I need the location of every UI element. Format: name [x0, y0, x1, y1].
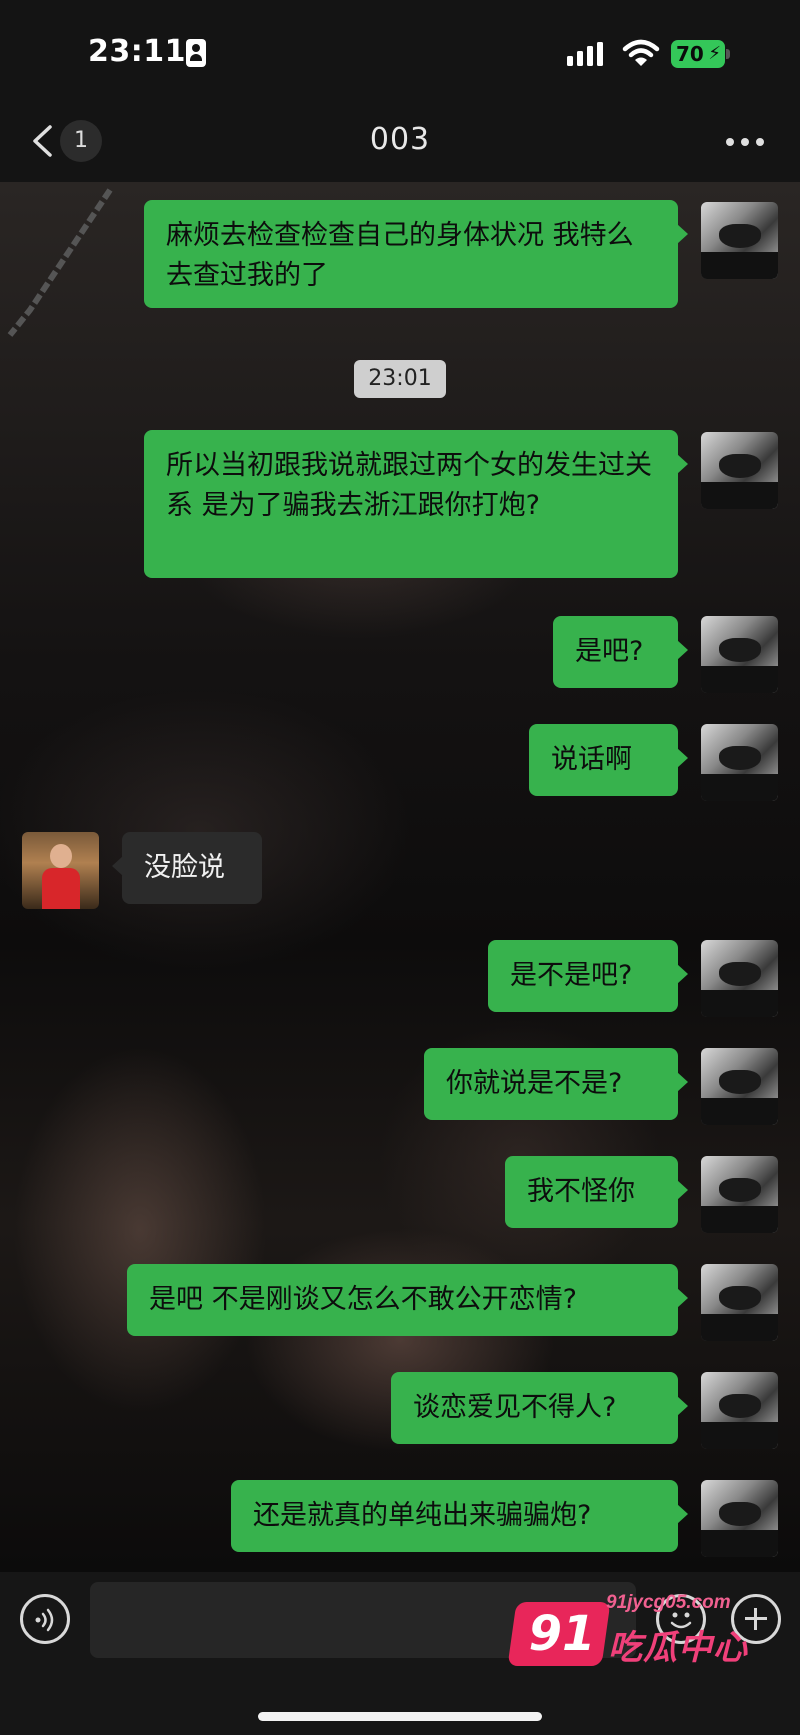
message-list[interactable]: 麻烦去检查检查自己的身体状况 我特么去查过我的了 23:01 所以当初跟我说就跟… [0, 182, 800, 1572]
message-bubble-outgoing[interactable]: 是不是吧? [488, 940, 688, 1012]
watermark-number: 91 [528, 1606, 596, 1662]
watermark-domain: 91jycg05.com [606, 1592, 731, 1613]
cellular-signal-icon [567, 42, 603, 66]
wifi-icon [622, 39, 660, 66]
my-avatar[interactable] [701, 1264, 778, 1341]
battery-indicator: 70 ⚡ [671, 40, 725, 68]
message-timestamp: 23:01 [354, 360, 446, 398]
my-avatar[interactable] [701, 202, 778, 279]
message-bubble-outgoing[interactable]: 麻烦去检查检查自己的身体状况 我特么去查过我的了 [144, 200, 688, 308]
watermark-name: 吃瓜中心 [608, 1628, 748, 1668]
message-bubble-incoming[interactable]: 没脸说 [112, 832, 262, 904]
message-bubble-outgoing[interactable]: 说话啊 [529, 724, 688, 796]
site-watermark-logo: 91 91jycg05.com 吃瓜中心 [507, 1590, 752, 1680]
my-avatar[interactable] [701, 1480, 778, 1557]
focus-person-icon [186, 39, 206, 67]
my-avatar[interactable] [701, 1156, 778, 1233]
my-avatar[interactable] [701, 616, 778, 693]
battery-level: 70 [676, 42, 704, 66]
chat-header: 1 003 [0, 100, 800, 182]
chat-title: 003 [369, 122, 431, 157]
message-bubble-outgoing[interactable]: 谈恋爱见不得人? [391, 1372, 688, 1444]
message-bubble-outgoing[interactable]: 是吧 不是刚谈又怎么不敢公开恋情? [127, 1264, 688, 1336]
voice-input-button[interactable] [20, 1594, 70, 1644]
status-bar: 23:11 70 ⚡ [0, 0, 800, 100]
contact-avatar[interactable] [22, 832, 99, 909]
my-avatar[interactable] [701, 940, 778, 1017]
voice-wave-icon [35, 1608, 54, 1632]
more-options-button[interactable] [726, 138, 766, 148]
status-time: 23:11 [88, 34, 186, 69]
battery-tip [726, 49, 730, 59]
message-bubble-outgoing[interactable]: 是吧? [553, 616, 688, 688]
message-bubble-outgoing[interactable]: 我不怪你 [505, 1156, 688, 1228]
message-bubble-outgoing[interactable]: 还是就真的单纯出来骗骗炮? [231, 1480, 688, 1552]
charging-bolt-icon: ⚡ [708, 43, 721, 64]
home-indicator[interactable] [258, 1712, 542, 1721]
more-dots-icon [726, 138, 734, 146]
my-avatar[interactable] [701, 1372, 778, 1449]
my-avatar[interactable] [701, 724, 778, 801]
message-bubble-outgoing[interactable]: 所以当初跟我说就跟过两个女的发生过关系 是为了骗我去浙江跟你打炮? [144, 430, 688, 578]
message-bubble-outgoing[interactable]: 你就说是不是? [424, 1048, 688, 1120]
my-avatar[interactable] [701, 432, 778, 509]
my-avatar[interactable] [701, 1048, 778, 1125]
